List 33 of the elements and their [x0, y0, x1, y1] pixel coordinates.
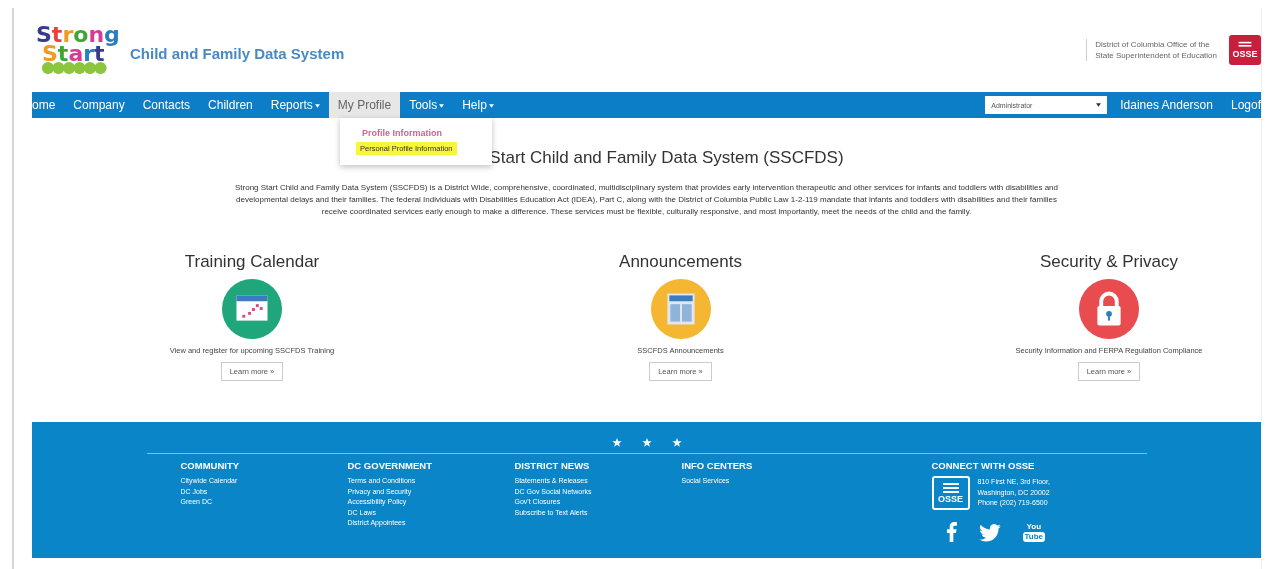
- newspaper-icon[interactable]: [649, 278, 712, 340]
- facebook-icon[interactable]: [945, 522, 957, 542]
- logoff-link[interactable]: Logof: [1221, 92, 1261, 118]
- feature-title: Training Calendar: [184, 252, 320, 272]
- nav-item[interactable]: Company: [64, 92, 134, 118]
- footer-heading: COMMUNITY: [180, 460, 240, 471]
- twitter-icon[interactable]: [978, 524, 1001, 542]
- nav-item[interactable]: Reports: [261, 92, 329, 118]
- stars-icon: [611, 438, 682, 448]
- footer-heading: CONNECT WITH OSSE: [931, 460, 1035, 471]
- logo[interactable]: Strong Start: [36, 25, 124, 75]
- footer-heading: INFO CENTERS: [681, 460, 753, 471]
- osse-logo[interactable]: OSSE: [931, 476, 970, 510]
- nav-item[interactable]: Help: [453, 92, 503, 118]
- user-link[interactable]: Idaines Anderson: [1111, 92, 1222, 118]
- site-title: Child and Family Data System: [130, 44, 345, 62]
- nav-item[interactable]: My Profile: [328, 92, 401, 118]
- agency-name: District of Columbia Office of the State Superintendent of Education: [1086, 39, 1217, 61]
- feature-title: Security & Privacy: [1040, 252, 1178, 272]
- feature-title: Announcements: [619, 252, 742, 272]
- lock-icon[interactable]: [1078, 278, 1140, 340]
- nav-item[interactable]: Tools: [400, 92, 454, 118]
- menu-header[interactable]: Profile Information: [340, 126, 464, 140]
- nav-item[interactable]: Contacts: [133, 92, 200, 118]
- footer-heading: DC GOVERNMENT: [347, 460, 432, 471]
- intro-paragraph: Strong Start Child and Family Data System (SSCFDS) is a District Wide, comprehensive, coordinated, multidisciplinary system that provides early intervention therapeutic and other services for infants and toddlers with disabilities and developmental delays and their families. The federal Individuals with Disabilities Education Act (IDEA), Part C, along with the District of Columbia Public Law 1-2-119 mandate that infants and toddlers with disabilities and their families receive coordinated services early enough to make a difference. These services must be flexible, culturally responsive, and most importantly, meet the needs of the child and the family.: [234, 182, 1059, 218]
- page-heading: Start Child and Family Data System (SSCFDS): [489, 148, 844, 168]
- nav-item[interactable]: ome: [32, 92, 65, 118]
- caret-icon: [1096, 103, 1102, 107]
- osse-logo[interactable]: OSSE: [1229, 35, 1261, 65]
- footer-heading: DISTRICT NEWS: [514, 460, 590, 471]
- calendar-icon[interactable]: [221, 278, 283, 340]
- nav-item[interactable]: Children: [199, 92, 262, 118]
